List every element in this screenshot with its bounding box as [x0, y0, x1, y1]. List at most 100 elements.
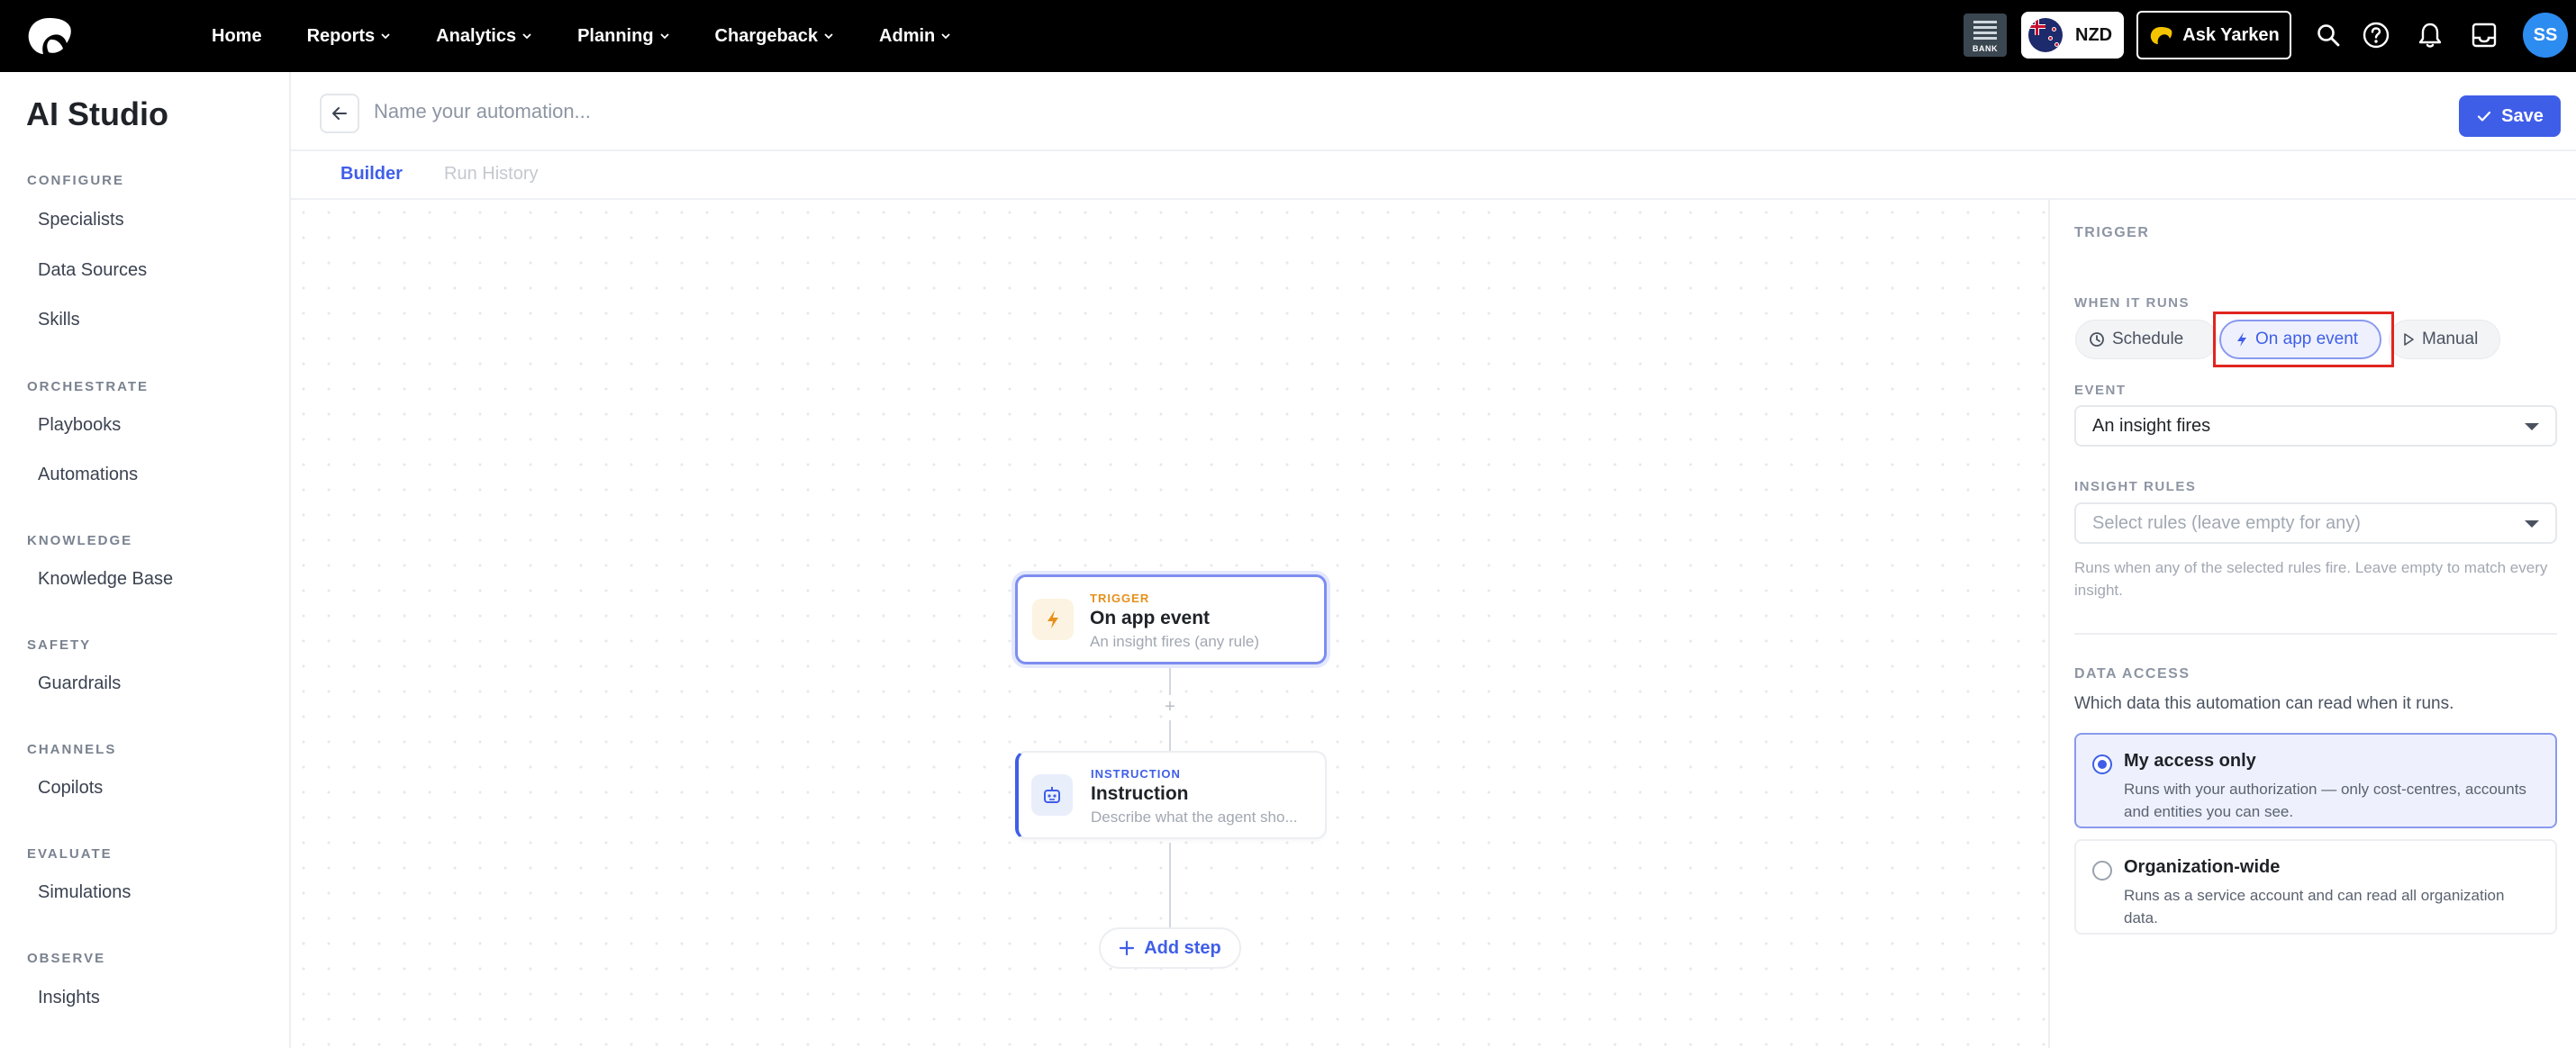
robot-icon [1031, 774, 1073, 816]
section-title-channels: CHANNELS [27, 742, 117, 757]
nav-chargeback[interactable]: Chargeback [715, 26, 835, 47]
trigger-node[interactable]: TRIGGER On app event An insight fires (a… [1015, 574, 1327, 664]
connector-line [1169, 843, 1171, 927]
page-title: AI Studio [26, 95, 168, 132]
sidebar-item-guardrails[interactable]: Guardrails [38, 673, 121, 694]
main-nav: Home Reports Analytics Planning Chargeba… [212, 0, 996, 72]
nav-chargeback-label: Chargeback [714, 25, 819, 46]
insight-rules-helper: Runs when any of the selected rules fire… [2074, 559, 2548, 599]
nav-admin-label: Admin [879, 25, 936, 46]
access-option-title: My access only [2124, 751, 2256, 771]
nav-home[interactable]: Home [212, 26, 262, 47]
nav-home-label: Home [212, 25, 262, 46]
left-sidebar: AI Studio CONFIGURE Specialists Data Sou… [0, 72, 291, 1048]
back-button[interactable] [320, 94, 359, 133]
user-avatar[interactable]: SS [2523, 13, 2568, 58]
access-option-organization-wide[interactable]: Organization-wide Runs as a service acco… [2074, 839, 2557, 935]
node-kind-label: TRIGGER [1090, 592, 1150, 605]
insight-rules-label: INSIGHT RULES [2074, 479, 2197, 494]
currency-code: NZD [2075, 24, 2113, 45]
nav-analytics[interactable]: Analytics [436, 26, 532, 47]
app-logo-icon[interactable] [23, 14, 76, 58]
section-title-orchestrate: ORCHESTRATE [27, 379, 150, 394]
add-step-button[interactable]: Add step [1099, 927, 1241, 969]
highlight-annotation-box [2213, 312, 2394, 367]
divider [2074, 633, 2557, 635]
clock-icon [2090, 332, 2104, 347]
schedule-mode-button[interactable]: Schedule [2075, 320, 2218, 359]
bank-switcher[interactable]: BANK [1964, 14, 2007, 57]
sidebar-item-playbooks[interactable]: Playbooks [38, 415, 121, 436]
help-icon[interactable] [2359, 18, 2393, 52]
play-icon [2404, 333, 2414, 346]
sidebar-item-automations[interactable]: Automations [38, 465, 138, 485]
insert-step-plus-icon[interactable]: + [1161, 697, 1179, 718]
tab-bar: Builder Run History [291, 153, 2576, 200]
chevron-down-icon [659, 33, 669, 40]
schedule-mode-label: Schedule [2112, 330, 2184, 348]
bank-icon [1973, 21, 1997, 41]
nav-analytics-label: Analytics [436, 25, 517, 46]
avatar-initials: SS [2533, 24, 2558, 45]
insight-rules-select[interactable]: Select rules (leave empty for any) [2074, 502, 2557, 544]
automation-header: Save [291, 72, 2576, 151]
sidebar-item-data-sources[interactable]: Data Sources [38, 260, 147, 281]
chevron-down-icon [522, 33, 531, 40]
plus-icon [1120, 940, 1135, 956]
event-select[interactable]: An insight fires [2074, 405, 2557, 447]
chevron-down-icon [824, 33, 833, 40]
bell-icon[interactable] [2413, 18, 2447, 52]
data-access-label: DATA ACCESS [2074, 666, 2191, 682]
nav-planning[interactable]: Planning [577, 26, 669, 47]
connector-line [1169, 668, 1171, 695]
caret-down-icon [2525, 520, 2539, 528]
access-option-my-access[interactable]: My access only Runs with your authorizat… [2074, 733, 2557, 828]
add-step-label: Add step [1144, 937, 1221, 958]
chevron-down-icon [941, 33, 950, 40]
top-navigation-bar: Home Reports Analytics Planning Chargeba… [0, 0, 2576, 72]
manual-mode-label: Manual [2422, 330, 2479, 348]
bank-label: BANK [1973, 44, 1998, 53]
nav-reports-label: Reports [306, 25, 376, 46]
currency-selector[interactable]: NZD [2021, 12, 2124, 59]
tab-builder[interactable]: Builder [340, 164, 403, 185]
automation-name-input[interactable] [374, 92, 1995, 131]
event-label: EVENT [2074, 383, 2127, 398]
sidebar-item-skills[interactable]: Skills [38, 310, 80, 330]
tab-run-history[interactable]: Run History [444, 164, 538, 185]
ask-yarken-label: Ask Yarken [2182, 24, 2280, 45]
insight-rules-placeholder: Select rules (leave empty for any) [2092, 512, 2361, 533]
nz-flag-icon [2028, 18, 2063, 52]
node-kind-label: INSTRUCTION [1091, 767, 1181, 781]
node-title: Instruction [1091, 783, 1189, 804]
connector-line [1169, 720, 1171, 751]
panel-section-title: TRIGGER [2074, 225, 2150, 240]
sidebar-item-knowledge-base[interactable]: Knowledge Base [38, 569, 173, 590]
save-button[interactable]: Save [2459, 95, 2561, 137]
nav-planning-label: Planning [577, 25, 654, 46]
node-title: On app event [1090, 608, 1211, 628]
search-icon[interactable] [2311, 18, 2345, 52]
data-access-description: Which data this automation can read when… [2074, 694, 2454, 713]
section-title-observe: OBSERVE [27, 951, 106, 966]
manual-mode-button[interactable]: Manual [2389, 320, 2500, 359]
section-title-configure: CONFIGURE [27, 173, 124, 188]
inbox-icon[interactable] [2467, 18, 2501, 52]
when-it-runs-label: WHEN IT RUNS [2074, 295, 2190, 311]
nav-reports[interactable]: Reports [307, 26, 392, 47]
nav-admin[interactable]: Admin [879, 26, 951, 47]
node-subtitle: Describe what the agent sho... [1091, 809, 1298, 826]
sidebar-item-simulations[interactable]: Simulations [38, 882, 131, 903]
section-title-evaluate: EVALUATE [27, 846, 113, 862]
section-title-knowledge: KNOWLEDGE [27, 533, 133, 548]
node-subtitle: An insight fires (any rule) [1090, 633, 1260, 650]
radio-selected-icon[interactable] [2092, 754, 2112, 774]
caret-down-icon [2525, 423, 2539, 430]
radio-unselected-icon[interactable] [2092, 861, 2112, 881]
access-option-description: Runs as a service account and can read a… [2124, 887, 2505, 926]
sidebar-item-insights[interactable]: Insights [38, 988, 100, 1008]
sidebar-item-specialists[interactable]: Specialists [38, 210, 124, 230]
instruction-node[interactable]: INSTRUCTION Instruction Describe what th… [1015, 751, 1327, 839]
ask-yarken-button[interactable]: Ask Yarken [2136, 11, 2291, 59]
sidebar-item-copilots[interactable]: Copilots [38, 778, 103, 799]
